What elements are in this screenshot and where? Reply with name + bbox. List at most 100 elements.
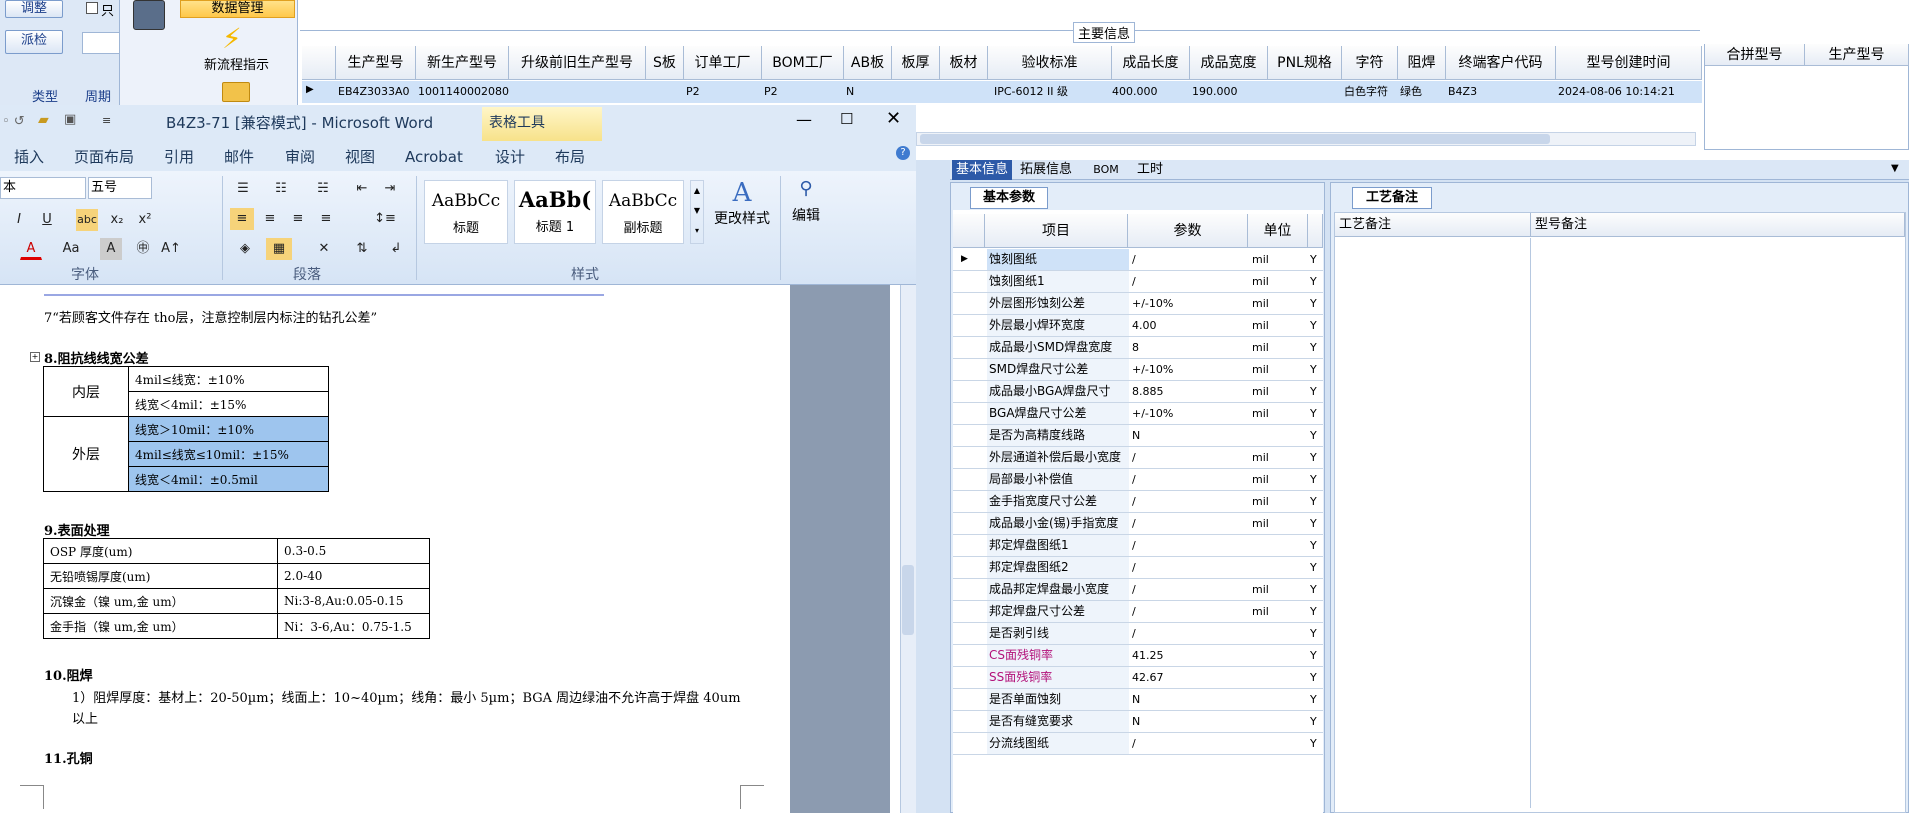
param-value[interactable]: 8: [1130, 337, 1248, 358]
param-row[interactable]: 外层通道补偿后最小宽度 / mil Y: [953, 447, 1323, 469]
param-flag[interactable]: Y: [1310, 403, 1322, 424]
styles-scroll[interactable]: ▲ ▼ ▾: [690, 180, 704, 244]
tab-table-layout[interactable]: 布局: [555, 147, 585, 167]
surface-cell[interactable]: 无铅喷锡厚度(um): [43, 563, 278, 589]
param-item[interactable]: 邦定焊盘图纸1: [987, 535, 1129, 556]
show-marks-icon[interactable]: ↲: [384, 238, 408, 260]
subscript-button[interactable]: x₂: [106, 209, 128, 231]
cell-standard[interactable]: IPC-6012 II 级: [988, 82, 1112, 102]
param-item[interactable]: 是否剥引线: [987, 623, 1129, 644]
param-unit[interactable]: [1250, 425, 1308, 446]
grid-hscroll-thumb[interactable]: [920, 134, 1550, 144]
hdr-char[interactable]: 字符: [1342, 46, 1398, 80]
cell-created[interactable]: 2024-08-06 10:14:21: [1556, 82, 1702, 102]
hdr-mask[interactable]: 阻焊: [1398, 46, 1446, 80]
remarks-hdr-model[interactable]: 型号备注: [1531, 213, 1905, 237]
param-flag[interactable]: Y: [1310, 557, 1322, 578]
hdr-material[interactable]: 板材: [940, 46, 988, 80]
param-unit[interactable]: [1250, 623, 1308, 644]
remarks-hdr-process[interactable]: 工艺备注: [1335, 213, 1531, 237]
param-item[interactable]: 分流线图纸: [987, 733, 1129, 754]
superscript-button[interactable]: x²: [134, 209, 156, 231]
param-row[interactable]: 成品最小SMD焊盘宽度 8 mil Y: [953, 337, 1323, 359]
param-row[interactable]: 成品最小BGA焊盘尺寸 8.885 mil Y: [953, 381, 1323, 403]
param-unit[interactable]: [1250, 711, 1308, 732]
panel-menu-chevron-icon[interactable]: ▼: [1891, 163, 1899, 174]
param-value[interactable]: +/-10%: [1130, 293, 1248, 314]
param-unit[interactable]: mil: [1250, 601, 1308, 622]
param-unit[interactable]: mil: [1250, 337, 1308, 358]
param-value[interactable]: 4.00: [1130, 315, 1248, 336]
model-remarks-textarea[interactable]: [1532, 238, 1904, 808]
param-unit[interactable]: mil: [1250, 315, 1308, 336]
param-value[interactable]: /: [1130, 535, 1248, 556]
cell-r5[interactable]: 线宽＜4mil：±0.5mil: [128, 466, 329, 492]
param-flag[interactable]: Y: [1310, 579, 1322, 600]
dispatch-input[interactable]: [82, 32, 120, 54]
cell-length[interactable]: 400.000: [1112, 82, 1190, 102]
hdr-customer[interactable]: 终端客户代码: [1446, 46, 1556, 80]
param-unit[interactable]: [1250, 733, 1308, 754]
surface-cell[interactable]: 2.0-40: [277, 563, 430, 589]
tab-insert[interactable]: 插入: [14, 147, 44, 167]
tab-design[interactable]: 设计: [495, 147, 525, 167]
tab-basic-info[interactable]: 基本信息: [952, 160, 1012, 180]
param-value[interactable]: /: [1130, 447, 1248, 468]
param-value[interactable]: /: [1130, 271, 1248, 292]
param-value[interactable]: /: [1130, 491, 1248, 512]
borders-icon[interactable]: ▦: [266, 238, 292, 260]
tab-layout[interactable]: 页面布局: [74, 147, 134, 167]
param-item[interactable]: 外层图形蚀刻公差: [987, 293, 1129, 314]
hdr-merge-model[interactable]: 合拼型号: [1705, 44, 1805, 66]
tab-references[interactable]: 引用: [164, 147, 194, 167]
param-item[interactable]: 成品邦定焊盘最小宽度: [987, 579, 1129, 600]
hdr-standard[interactable]: 验收标准: [988, 46, 1112, 80]
hdr-new-model[interactable]: 新生产型号: [416, 46, 509, 80]
param-row[interactable]: 是否为高精度线路 N Y: [953, 425, 1323, 447]
param-row[interactable]: SMD焊盘尺寸公差 +/-10% mil Y: [953, 359, 1323, 381]
surface-cell[interactable]: 0.3-0.5: [277, 538, 430, 564]
tab-view[interactable]: 视图: [345, 147, 375, 167]
param-value[interactable]: /: [1130, 513, 1248, 534]
param-value[interactable]: 8.885: [1130, 381, 1248, 402]
cell-bom-factory[interactable]: P2: [762, 82, 844, 102]
cell-order-factory[interactable]: P2: [684, 82, 762, 102]
hdr-ab-board[interactable]: AB板: [844, 46, 892, 80]
hdr-created[interactable]: 型号创建时间: [1556, 46, 1702, 80]
cell-r2[interactable]: 线宽＜4mil：±15%: [128, 391, 329, 417]
param-flag[interactable]: Y: [1310, 315, 1322, 336]
font-name-select[interactable]: 本: [0, 177, 86, 199]
param-flag[interactable]: Y: [1310, 667, 1322, 688]
param-row[interactable]: 分流线图纸 / Y: [953, 733, 1323, 755]
param-row[interactable]: 外层最小焊环宽度 4.00 mil Y: [953, 315, 1323, 337]
param-flag[interactable]: Y: [1310, 381, 1322, 402]
param-flag[interactable]: Y: [1310, 337, 1322, 358]
cell-width[interactable]: 190.000: [1190, 82, 1268, 102]
param-unit[interactable]: mil: [1250, 491, 1308, 512]
param-item[interactable]: 蚀刻图纸1: [987, 271, 1129, 292]
param-value[interactable]: /: [1130, 733, 1248, 754]
cell-ab-board[interactable]: N: [844, 82, 892, 102]
process-remarks-textarea[interactable]: [1336, 238, 1531, 808]
only-checkbox[interactable]: [86, 2, 98, 14]
param-row[interactable]: SS面残铜率 42.67 Y: [953, 667, 1323, 689]
param-flag[interactable]: Y: [1310, 359, 1322, 380]
tab-acrobat[interactable]: Acrobat: [405, 147, 463, 167]
param-row[interactable]: 邦定焊盘尺寸公差 / mil Y: [953, 601, 1323, 623]
param-value[interactable]: +/-10%: [1130, 359, 1248, 380]
tab-hours[interactable]: 工时: [1130, 160, 1170, 180]
edit-button[interactable]: ⚲ 编辑: [786, 178, 826, 248]
param-unit[interactable]: mil: [1250, 359, 1308, 380]
params-hdr-item[interactable]: 项目: [985, 214, 1128, 248]
style-heading1[interactable]: AaBb( 标题 1: [514, 180, 596, 244]
param-value[interactable]: N: [1130, 689, 1248, 710]
hdr-width[interactable]: 成品宽度: [1190, 46, 1268, 80]
param-item[interactable]: 局部最小补偿值: [987, 469, 1129, 490]
hdr-length[interactable]: 成品长度: [1112, 46, 1190, 80]
nav-data-mgmt[interactable]: 数据管理: [180, 0, 295, 18]
param-flag[interactable]: Y: [1310, 271, 1322, 292]
close-icon[interactable]: ✕: [886, 108, 901, 129]
param-flag[interactable]: Y: [1310, 425, 1322, 446]
param-flag[interactable]: Y: [1310, 469, 1322, 490]
param-flag[interactable]: Y: [1310, 535, 1322, 556]
